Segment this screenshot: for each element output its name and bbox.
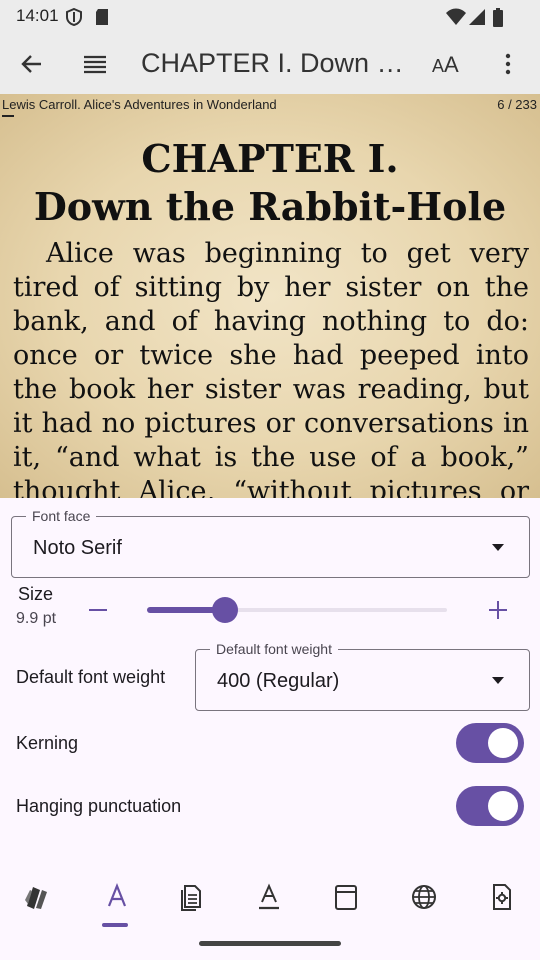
font-icon[interactable] xyxy=(102,882,132,912)
more-vert-icon[interactable] xyxy=(503,52,513,76)
text-size-icon[interactable]: A A xyxy=(432,52,460,76)
increase-size-button[interactable] xyxy=(488,600,508,620)
kerning-label: Kerning xyxy=(16,733,79,753)
font-weight-label: Default font weight xyxy=(210,641,338,657)
app-bar: CHAPTER I. Down the Rabbit-Hole A A xyxy=(0,34,540,94)
font-weight-dropdown[interactable]: Default font weight 400 (Regular) xyxy=(195,641,530,711)
weight-row-label: Default font weight xyxy=(16,667,166,687)
chevron-down-icon xyxy=(492,677,504,684)
size-label: Size xyxy=(18,584,54,604)
page-counter: 6 / 233 xyxy=(497,97,537,112)
decrease-size-button[interactable] xyxy=(88,601,108,619)
chapter-title: Down the Rabbit-Hole xyxy=(33,184,507,229)
status-bar: 14:01 xyxy=(0,0,540,34)
toggle-knob xyxy=(488,791,518,821)
layout-icon[interactable] xyxy=(331,882,361,912)
language-icon[interactable] xyxy=(409,882,439,912)
svg-text:A: A xyxy=(444,52,459,76)
toc-icon[interactable] xyxy=(83,54,107,74)
hanging-punctuation-toggle[interactable] xyxy=(456,786,524,826)
active-tab-indicator xyxy=(102,923,128,927)
wifi-icon xyxy=(446,8,466,25)
chevron-down-icon xyxy=(492,544,504,551)
sd-card-icon xyxy=(96,9,108,25)
hanging-punctuation-label: Hanging punctuation xyxy=(16,796,182,816)
reader-page[interactable]: Lewis Carroll. Alice's Adventures in Won… xyxy=(0,94,540,498)
chapter-paragraph: Alice was beginning to get very tired of… xyxy=(13,238,529,498)
document-icon[interactable] xyxy=(177,882,207,912)
kerning-toggle[interactable] xyxy=(456,723,524,763)
size-slider[interactable] xyxy=(147,597,447,623)
battery-icon xyxy=(493,8,503,27)
shield-icon xyxy=(66,8,82,26)
font-face-dropdown[interactable]: Font face Noto Serif xyxy=(11,508,530,578)
gesture-bar xyxy=(199,941,341,946)
running-header-book: Lewis Carroll. Alice's Adventures in Won… xyxy=(2,97,277,112)
settings-icon[interactable] xyxy=(486,882,516,912)
status-time: 14:01 xyxy=(16,6,59,25)
font-face-value: Noto Serif xyxy=(33,537,122,559)
toggle-knob xyxy=(488,728,518,758)
slider-thumb[interactable] xyxy=(212,597,238,623)
svg-text:A: A xyxy=(432,56,444,76)
chapter-number: CHAPTER I. xyxy=(141,136,399,181)
size-value: 9.9 pt xyxy=(16,610,57,627)
font-weight-value: 400 (Regular) xyxy=(217,670,340,692)
color-palette-icon[interactable] xyxy=(23,882,53,912)
arrow-back-icon[interactable] xyxy=(20,52,44,76)
font-face-label: Font face xyxy=(26,508,97,524)
page-title: CHAPTER I. Down the Rabbit-Hole xyxy=(141,48,411,78)
reading-progress xyxy=(2,115,14,117)
signal-icon xyxy=(469,9,485,25)
text-format-icon[interactable] xyxy=(254,882,284,912)
